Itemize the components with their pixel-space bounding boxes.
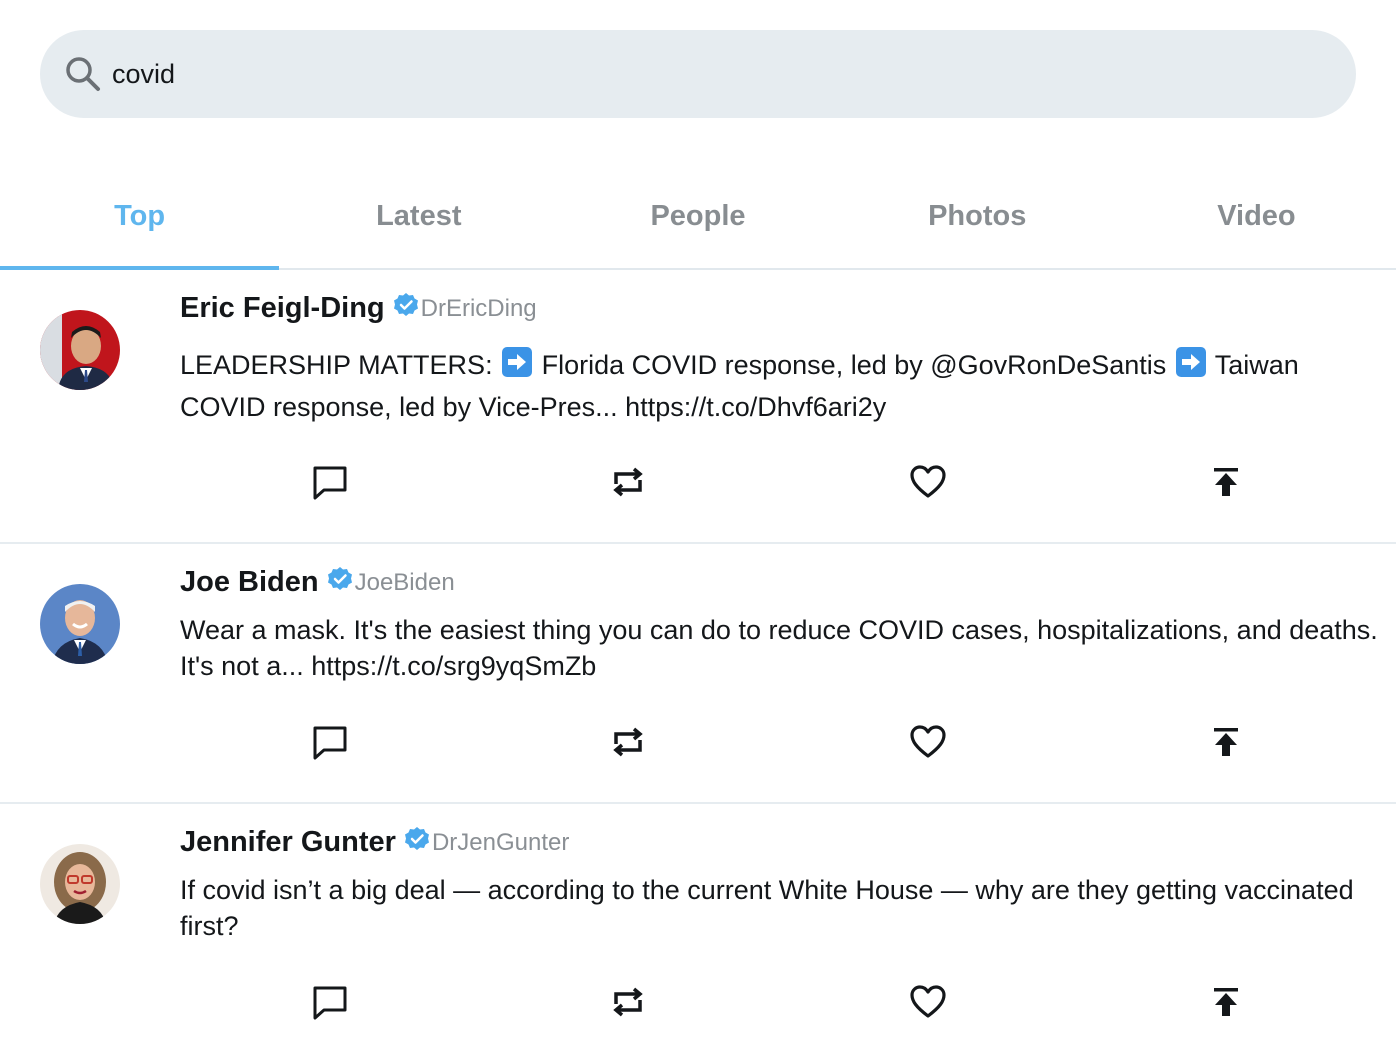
search-input[interactable] <box>112 52 1312 96</box>
tab-photos[interactable]: Photos <box>838 170 1117 268</box>
handle[interactable]: DrEricDing <box>421 295 537 323</box>
reply-icon[interactable] <box>310 982 350 1022</box>
verified-badge-icon <box>327 566 353 592</box>
search-tabs: Top Latest People Photos Video <box>0 170 1396 270</box>
tweet-text: LEADERSHIP MATTERS: Florida COVID respon… <box>180 344 1380 428</box>
tab-video[interactable]: Video <box>1117 170 1396 268</box>
avatar[interactable] <box>40 584 120 664</box>
tweet-actions <box>0 982 1396 1022</box>
tweet-text-segment: LEADERSHIP MATTERS: <box>180 350 501 380</box>
retweet-icon[interactable] <box>608 982 648 1022</box>
reply-icon[interactable] <box>310 722 350 762</box>
display-name[interactable]: Jennifer Gunter <box>180 826 396 859</box>
tweet-header: Eric Feigl-Ding DrEricDing <box>180 292 537 325</box>
search-bar[interactable] <box>40 30 1356 118</box>
like-icon[interactable] <box>908 982 948 1022</box>
retweet-icon[interactable] <box>608 462 648 502</box>
tweet-text: If covid isn’t a big deal — according to… <box>180 875 1354 941</box>
avatar[interactable] <box>40 844 120 924</box>
right-arrow-emoji-icon <box>1175 347 1206 377</box>
tab-latest[interactable]: Latest <box>279 170 558 268</box>
tweet-header: Jennifer Gunter DrJenGunter <box>180 826 569 859</box>
retweet-icon[interactable] <box>608 722 648 762</box>
share-icon[interactable] <box>1206 722 1246 762</box>
verified-badge-icon <box>404 826 430 852</box>
tweet-card[interactable]: Joe Biden JoeBiden Wear a mask. It's the… <box>0 544 1396 804</box>
tweet-card[interactable]: Eric Feigl-Ding DrEricDing LEADERSHIP MA… <box>0 270 1396 544</box>
like-icon[interactable] <box>908 722 948 762</box>
display-name[interactable]: Eric Feigl-Ding <box>180 292 385 325</box>
tab-label: People <box>650 200 746 232</box>
share-icon[interactable] <box>1206 982 1246 1022</box>
display-name[interactable]: Joe Biden <box>180 566 319 599</box>
like-icon[interactable] <box>908 462 948 502</box>
tab-label: Photos <box>928 200 1027 232</box>
tweet-actions <box>0 722 1396 762</box>
reply-icon[interactable] <box>310 462 350 502</box>
tab-label: Top <box>114 200 166 232</box>
tab-top[interactable]: Top <box>0 170 280 270</box>
share-icon[interactable] <box>1206 462 1246 502</box>
avatar[interactable] <box>40 310 120 390</box>
tweet-header: Joe Biden JoeBiden <box>180 566 455 599</box>
verified-badge-icon <box>393 292 419 318</box>
tweet-text-segment: Florida COVID response, led by @GovRonDe… <box>534 350 1174 380</box>
tab-label: Video <box>1217 200 1296 232</box>
right-arrow-emoji-icon <box>502 347 533 377</box>
tab-people[interactable]: People <box>558 170 837 268</box>
handle[interactable]: JoeBiden <box>355 569 455 597</box>
tweet-card[interactable]: Jennifer Gunter DrJenGunter If covid isn… <box>0 804 1396 1062</box>
search-icon <box>64 55 102 93</box>
tweet-actions <box>0 462 1396 502</box>
handle[interactable]: DrJenGunter <box>432 829 569 857</box>
tab-label: Latest <box>376 200 462 232</box>
tweet-text: Wear a mask. It's the easiest thing you … <box>180 615 1378 681</box>
